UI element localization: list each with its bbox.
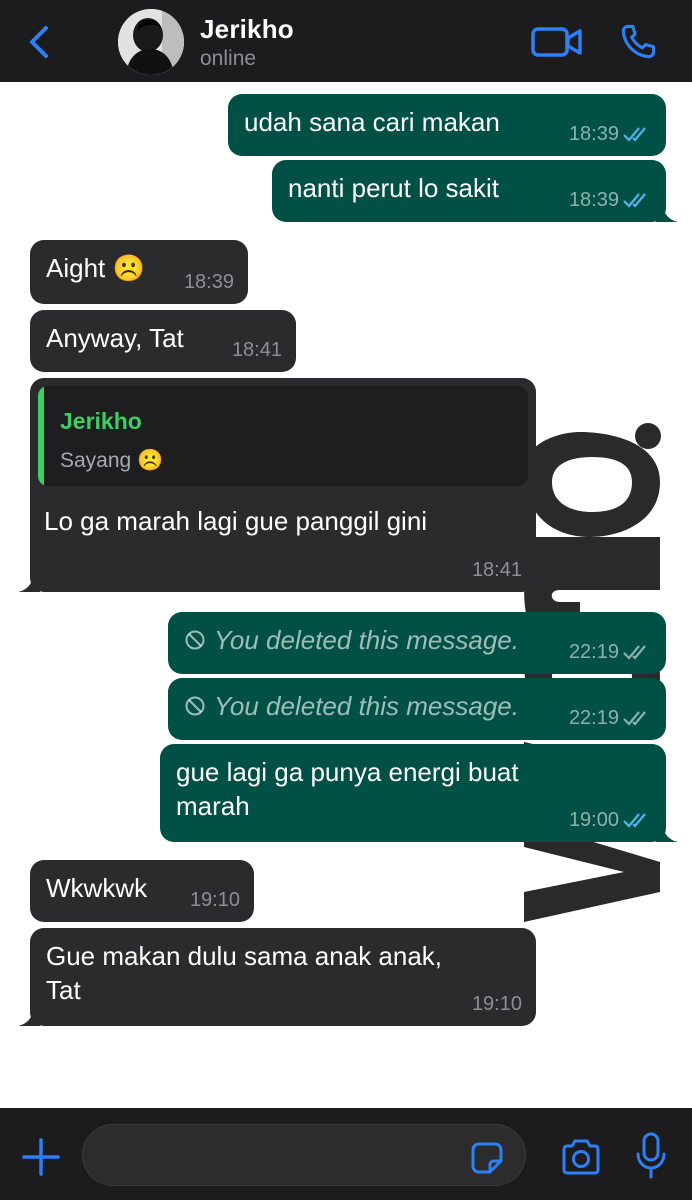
read-ticks-icon [623, 813, 646, 828]
message-text: Lo ga marah lagi gue panggil gini [44, 506, 428, 536]
message-meta: 18:39 [569, 188, 652, 212]
message-time: 22:19 [568, 641, 619, 663]
message-input-bar [0, 1108, 692, 1200]
avatar-image [118, 9, 184, 75]
bubble-tail [18, 1004, 40, 1026]
message-text: udah sana cari makan [244, 107, 500, 137]
message-time: 18:39 [183, 271, 234, 293]
message-input[interactable] [82, 1124, 526, 1186]
contact-avatar[interactable] [118, 9, 184, 75]
plus-icon [22, 1138, 60, 1176]
message-meta: 22:19 [569, 706, 652, 730]
quoted-text: Sayang ☹️ [60, 449, 164, 472]
voice-message-button[interactable] [634, 1132, 668, 1180]
message-text: You deleted this message. [214, 691, 519, 721]
back-button[interactable] [22, 22, 58, 62]
message-meta: 19:10 [190, 888, 240, 912]
read-ticks-icon [623, 127, 646, 142]
message-meta: 18:39 [569, 122, 652, 146]
message-text: Anyway, Tat [46, 323, 184, 353]
delivered-ticks-icon [623, 645, 646, 660]
bubble-tail [18, 570, 40, 592]
incoming-reply-message[interactable]: Jerikho Sayang ☹️ Lo ga marah lagi gue p… [18, 378, 536, 592]
delivered-ticks-icon [623, 711, 646, 726]
video-call-button[interactable] [530, 22, 586, 62]
voice-call-button[interactable] [616, 20, 660, 64]
message-meta: 19:00 [569, 808, 652, 832]
outgoing-message[interactable]: nanti perut lo sakit 18:39 [272, 160, 678, 222]
message-meta: 22:19 [569, 640, 652, 664]
message-time: 19:10 [471, 993, 522, 1015]
attach-button[interactable] [20, 1136, 62, 1178]
sticker-icon [471, 1142, 503, 1174]
deleted-message[interactable]: You deleted this message. 22:19 [168, 612, 666, 674]
message-time: 18:39 [568, 123, 619, 145]
prohibited-icon [185, 696, 205, 716]
message-meta: 18:39 [184, 270, 234, 294]
incoming-message[interactable]: Anyway, Tat 18:41 [30, 310, 296, 372]
camera-button[interactable] [560, 1138, 602, 1176]
microphone-icon [636, 1132, 666, 1179]
outgoing-message[interactable]: gue lagi ga punya energi buat marah 19:0… [160, 744, 678, 842]
chat-area[interactable]: udah sana cari makan 18:39 nanti perut l… [0, 82, 692, 1108]
sticker-button[interactable] [470, 1141, 504, 1175]
chat-header: Jerikho online [0, 0, 692, 82]
message-meta: 18:41 [232, 338, 282, 362]
bubble-tail [656, 200, 678, 222]
contact-status: online [200, 47, 257, 70]
message-meta: 18:41 [472, 558, 522, 582]
camera-icon [562, 1139, 600, 1175]
quoted-sender: Jerikho [60, 408, 142, 434]
message-time: 19:10 [189, 889, 240, 911]
deleted-message[interactable]: You deleted this message. 22:19 [168, 678, 666, 740]
message-time: 18:41 [471, 559, 522, 581]
incoming-message[interactable]: Wkwkwk 19:10 [30, 860, 254, 922]
message-time: 18:41 [231, 339, 282, 361]
message-text: Aight ☹️ [46, 253, 145, 283]
outgoing-message[interactable]: udah sana cari makan 18:39 [228, 94, 666, 156]
message-text: gue lagi ga punya energi buat marah [176, 757, 519, 821]
message-meta: 19:10 [472, 992, 522, 1016]
quote-accent-bar [38, 386, 44, 486]
quoted-message[interactable]: Jerikho Sayang ☹️ [38, 386, 528, 486]
read-ticks-icon [623, 193, 646, 208]
contact-name[interactable]: Jerikho [200, 14, 294, 45]
phone-icon [621, 24, 656, 59]
chevron-left-icon [30, 26, 48, 58]
message-text: Wkwkwk [46, 873, 148, 903]
incoming-message[interactable]: Aight ☹️ 18:39 [30, 240, 248, 304]
bubble-tail [656, 820, 678, 842]
message-time: 22:19 [568, 707, 619, 729]
message-text: nanti perut lo sakit [288, 173, 500, 203]
video-camera-icon [531, 27, 582, 57]
incoming-message[interactable]: Gue makan dulu sama anak anak, Tat 19:10 [18, 928, 536, 1026]
prohibited-icon [185, 630, 205, 650]
message-time: 18:39 [568, 189, 619, 211]
message-text: Gue makan dulu sama anak anak, Tat [46, 941, 443, 1005]
message-time: 19:00 [568, 809, 619, 831]
message-text: You deleted this message. [214, 625, 519, 655]
